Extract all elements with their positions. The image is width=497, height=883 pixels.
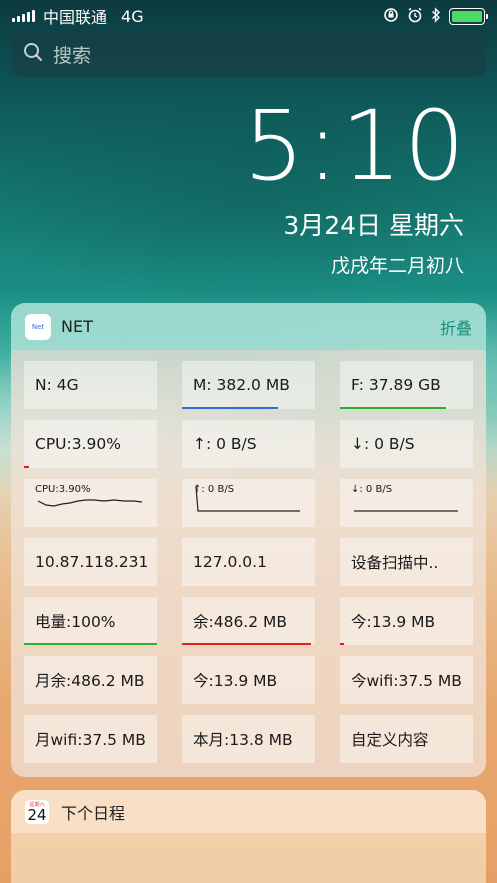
usage-bar <box>24 466 29 468</box>
sparkline-graph <box>37 499 143 507</box>
cpu-cell: CPU:3.90% <box>24 420 157 468</box>
month-wifi-cell: 月wifi:37.5 MB <box>24 715 157 763</box>
stat-cell-label: M: 382.0 MB <box>193 376 290 394</box>
download-speed-cell: ↓: 0 B/S <box>340 420 473 468</box>
stat-cell-label: N: 4G <box>35 376 79 394</box>
stat-cell-label: ↓: 0 B/S <box>351 435 415 453</box>
alarm-icon <box>407 7 423 26</box>
stat-cell-label: 余:486.2 MB <box>193 613 288 631</box>
calendar-widget-header[interactable]: 星期六 24 下个日程 <box>11 790 486 833</box>
usage-bar <box>24 643 157 645</box>
device-scan-cell: 设备扫描中.. <box>340 538 473 586</box>
local-ip-cell: 10.87.118.231 <box>24 538 157 586</box>
remaining-data-cell: 余:486.2 MB <box>182 597 315 645</box>
orientation-lock-icon <box>383 7 399 26</box>
stat-cell-label: 10.87.118.231 <box>35 553 149 571</box>
custom-content-cell: 自定义内容 <box>340 715 473 763</box>
usage-bar <box>182 643 311 645</box>
signal-strength-icon <box>12 10 35 22</box>
today-usage-cell: 今:13.9 MB <box>182 656 315 704</box>
cpu-graph-cell: CPU:3.90% <box>24 479 157 527</box>
month-remaining-cell: 月余:486.2 MB <box>24 656 157 704</box>
stat-cell-label: 本月:13.8 MB <box>193 731 293 749</box>
stat-cell-label: 设备扫描中.. <box>351 554 439 572</box>
sparkline-line <box>37 499 143 507</box>
battery-cell: 电量:100% <box>24 597 157 645</box>
today-wifi-cell: 今wifi:37.5 MB <box>340 656 473 704</box>
stat-cell-label: 今:13.9 MB <box>351 613 436 631</box>
network-type-cell: N: 4G <box>24 361 157 409</box>
stat-cell-label: ↑: 0 B/S <box>193 435 257 453</box>
stat-cell-label: 今wifi:37.5 MB <box>351 672 462 690</box>
download-graph-cell: ↓: 0 B/S <box>340 479 473 527</box>
stat-cell-label: F: 37.89 GB <box>351 376 441 394</box>
calendar-widget-title: 下个日程 <box>61 803 126 823</box>
lockscreen-date: 3月24日 星期六 <box>283 211 464 240</box>
calendar-widget: 星期六 24 下个日程 <box>11 790 486 883</box>
upload-graph-cell: ↑: 0 B/S <box>182 479 315 527</box>
memory-cell: M: 382.0 MB <box>182 361 315 409</box>
upload-speed-cell: ↑: 0 B/S <box>182 420 315 468</box>
stat-cell-label: 今:13.9 MB <box>193 672 278 690</box>
stat-cell-label: 自定义内容 <box>351 731 429 749</box>
net-widget-header[interactable]: Net NET 折叠 <box>11 303 486 350</box>
stat-cell-label: 月余:486.2 MB <box>35 672 145 690</box>
sparkline-line <box>195 486 300 512</box>
stat-cell-label: 127.0.0.1 <box>193 553 267 571</box>
lockscreen-lunar-date: 戊戌年二月初八 <box>330 255 464 277</box>
carrier-name: 中国联通 <box>43 8 108 27</box>
loopback-ip-cell: 127.0.0.1 <box>182 538 315 586</box>
sparkline-graph <box>195 486 300 512</box>
net-widget: Net NET 折叠 N: 4G M: 382.0 MB F: 37.89 GB CP… <box>11 303 486 777</box>
stat-cell-label: 月wifi:37.5 MB <box>35 731 146 749</box>
lockscreen-time: 5:10 <box>243 90 467 202</box>
status-bar: 中国联通 4G <box>0 0 497 32</box>
free-storage-cell: F: 37.89 GB <box>340 361 473 409</box>
net-app-icon: Net <box>25 313 51 340</box>
today-data-cell: 今:13.9 MB <box>340 597 473 645</box>
usage-bar <box>340 643 344 645</box>
sparkline-graph <box>354 510 458 512</box>
search-placeholder: 搜索 <box>53 45 92 67</box>
usage-bar <box>182 407 278 409</box>
stat-cell-label: CPU:3.90% <box>35 435 121 453</box>
network-type: 4G <box>121 6 144 26</box>
collapse-button[interactable]: 折叠 <box>440 315 472 339</box>
month-usage-cell: 本月:13.8 MB <box>182 715 315 763</box>
battery-icon <box>449 7 488 25</box>
search-icon <box>23 42 43 67</box>
calendar-app-icon: 星期六 24 <box>25 799 49 824</box>
bluetooth-icon <box>431 6 441 26</box>
usage-bar <box>340 407 446 409</box>
stat-cell-label: 电量:100% <box>35 613 116 631</box>
net-widget-title: NET <box>61 317 93 336</box>
search-bar[interactable]: 搜索 <box>11 32 486 77</box>
